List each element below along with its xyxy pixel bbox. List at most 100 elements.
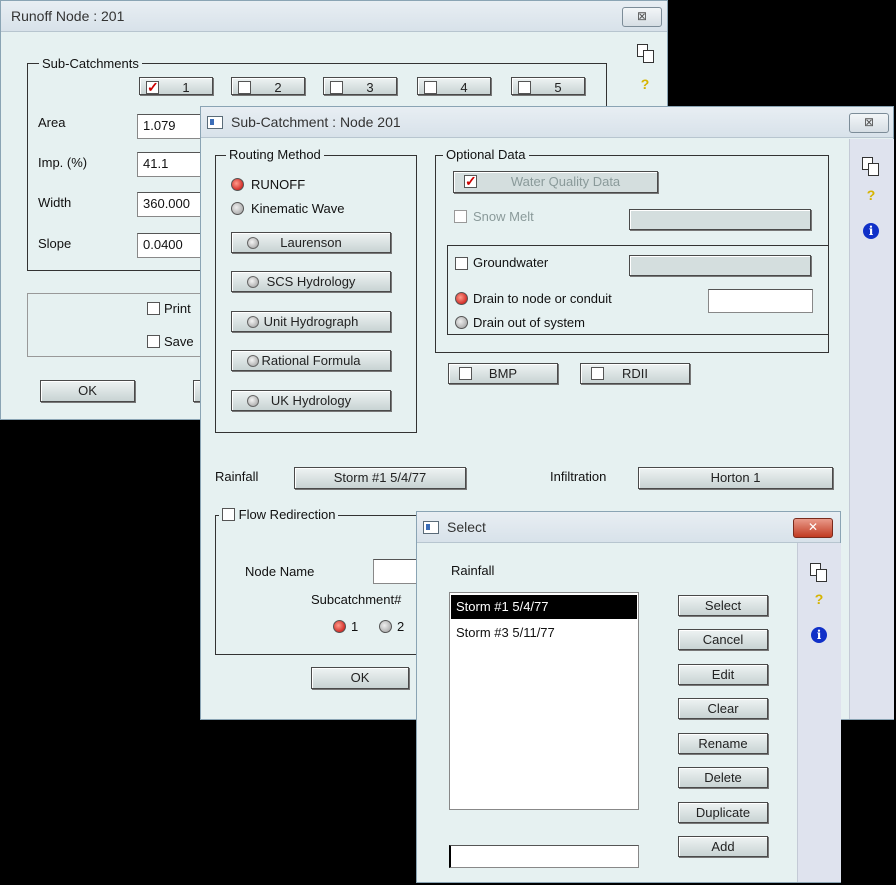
laurenson-label: Laurenson — [280, 235, 342, 250]
drain-out-radio[interactable] — [455, 316, 468, 329]
rdii-button[interactable]: RDII — [580, 363, 690, 384]
copy-icon[interactable] — [637, 44, 654, 63]
subcatchment-number-label: Subcatchment# — [311, 592, 402, 607]
bmp-button[interactable]: BMP — [448, 363, 558, 384]
delete-button[interactable]: Delete — [678, 767, 768, 788]
subcatch-ok-button[interactable]: OK — [311, 667, 409, 689]
runoff-radio[interactable] — [231, 178, 244, 191]
uk-hydrology-button[interactable]: UK Hydrology — [231, 390, 391, 411]
save-checkbox[interactable] — [147, 335, 160, 348]
uk-radio — [247, 395, 259, 407]
drain-node-label: Drain to node or conduit — [473, 291, 612, 306]
help-icon[interactable]: ? — [635, 76, 655, 92]
bmp-label: BMP — [488, 366, 518, 381]
subcatch-3-checkbox — [330, 81, 343, 94]
subcatch-tab-1[interactable]: 1 — [139, 77, 213, 97]
water-quality-button[interactable]: Water Quality Data — [453, 171, 658, 193]
laurenson-button[interactable]: Laurenson — [231, 232, 391, 253]
subcatch-5-checkbox — [518, 81, 531, 94]
list-label: Rainfall — [451, 563, 495, 578]
subcatchment-1-radio-label: 1 — [351, 619, 359, 634]
rational-label: Rational Formula — [261, 353, 361, 368]
subcatch-2-label: 2 — [274, 80, 282, 95]
clear-button[interactable]: Clear — [678, 698, 768, 719]
subcatch-tab-2[interactable]: 2 — [231, 77, 305, 95]
unit-hydrograph-radio — [247, 316, 259, 328]
select-close-button[interactable]: ✕ — [793, 518, 833, 538]
runoff-titlebar[interactable]: Runoff Node : 201 ⊠ — [1, 1, 667, 32]
info-icon[interactable]: i — [811, 627, 827, 643]
selection-input[interactable] — [449, 845, 639, 868]
node-name-label: Node Name — [245, 564, 315, 579]
runoff-ok-button[interactable]: OK — [40, 380, 135, 402]
rainfall-button[interactable]: Storm #1 5/4/77 — [294, 467, 466, 489]
area-field[interactable]: 1.079 — [137, 114, 207, 139]
select-button[interactable]: Select — [678, 595, 768, 616]
help-icon[interactable]: ? — [861, 187, 881, 203]
drain-out-label: Drain out of system — [473, 315, 585, 330]
list-item[interactable]: Storm #1 5/4/77 — [451, 595, 637, 619]
subcatch-4-label: 4 — [460, 80, 468, 95]
slope-field[interactable]: 0.0400 — [137, 233, 207, 258]
select-titlebar[interactable]: Select ✕ — [417, 512, 840, 543]
snow-melt-checkbox[interactable] — [454, 210, 467, 223]
uk-label: UK Hydrology — [270, 393, 352, 408]
unit-hydrograph-button[interactable]: Unit Hydrograph — [231, 311, 391, 332]
subcatchment-1-radio[interactable] — [333, 620, 346, 633]
rename-button[interactable]: Rename — [678, 733, 768, 754]
save-label: Save — [164, 334, 194, 349]
print-checkbox[interactable] — [147, 302, 160, 315]
imp-label: Imp. (%) — [38, 155, 88, 170]
copy-icon[interactable] — [862, 157, 879, 176]
kinematic-radio-label: Kinematic Wave — [251, 201, 345, 216]
kinematic-radio[interactable] — [231, 202, 244, 215]
cancel-button[interactable]: Cancel — [678, 629, 768, 650]
drain-node-radio[interactable] — [455, 292, 468, 305]
routing-method-legend: Routing Method — [226, 147, 324, 162]
runoff-radio-label: RUNOFF — [251, 177, 306, 192]
runoff-close-button[interactable]: ⊠ — [622, 7, 662, 27]
imp-field[interactable]: 41.1 — [137, 152, 207, 177]
duplicate-button[interactable]: Duplicate — [678, 802, 768, 823]
subcatch-tab-3[interactable]: 3 — [323, 77, 397, 95]
drain-node-field[interactable] — [708, 289, 813, 313]
rainfall-label: Rainfall — [215, 469, 259, 484]
scs-hydrology-button[interactable]: SCS Hydrology — [231, 271, 391, 292]
subcatchment-2-radio[interactable] — [379, 620, 392, 633]
runoff-side-panel: ? — [627, 32, 667, 112]
output-options-group — [27, 293, 227, 357]
list-item[interactable]: Storm #3 5/11/77 — [451, 621, 637, 645]
window-icon — [207, 116, 223, 129]
groundwater-field[interactable] — [629, 255, 811, 276]
help-icon[interactable]: ? — [809, 591, 829, 607]
subcatch-close-button[interactable]: ⊠ — [849, 113, 889, 133]
print-label: Print — [164, 301, 191, 316]
flow-redirection-legend: Flow Redirection — [219, 507, 339, 522]
subcatch-2-checkbox — [238, 81, 251, 94]
edit-button[interactable]: Edit — [678, 664, 768, 685]
scs-label: SCS Hydrology — [266, 274, 356, 289]
add-button[interactable]: Add — [678, 836, 768, 857]
infiltration-button[interactable]: Horton 1 — [638, 467, 833, 489]
subcatch-tab-4[interactable]: 4 — [417, 77, 491, 95]
snow-melt-field[interactable] — [629, 209, 811, 230]
rational-formula-button[interactable]: Rational Formula — [231, 350, 391, 371]
subcatch-titlebar[interactable]: Sub-Catchment : Node 201 ⊠ — [201, 107, 893, 138]
width-label: Width — [38, 195, 72, 210]
info-icon[interactable]: i — [863, 223, 879, 239]
scs-radio — [247, 276, 259, 288]
subcatch-side-panel: ? i — [849, 139, 894, 719]
groundwater-label: Groundwater — [473, 255, 549, 270]
optional-data-legend: Optional Data — [443, 147, 529, 162]
groundwater-checkbox[interactable] — [455, 257, 468, 270]
copy-icon[interactable] — [810, 563, 827, 582]
subcatch-1-label: 1 — [182, 80, 190, 95]
subcatch-tab-5[interactable]: 5 — [511, 77, 585, 95]
rdii-label: RDII — [622, 366, 648, 381]
rainfall-list[interactable]: Storm #1 5/4/77 Storm #3 5/11/77 — [449, 592, 639, 810]
flow-redirection-checkbox[interactable] — [222, 508, 235, 521]
subcatch-window-title: Sub-Catchment : Node 201 — [231, 114, 401, 130]
width-field[interactable]: 360.000 — [137, 192, 207, 217]
subcatch-1-checkbox — [146, 78, 159, 97]
subcatchments-legend: Sub-Catchments — [39, 56, 142, 71]
